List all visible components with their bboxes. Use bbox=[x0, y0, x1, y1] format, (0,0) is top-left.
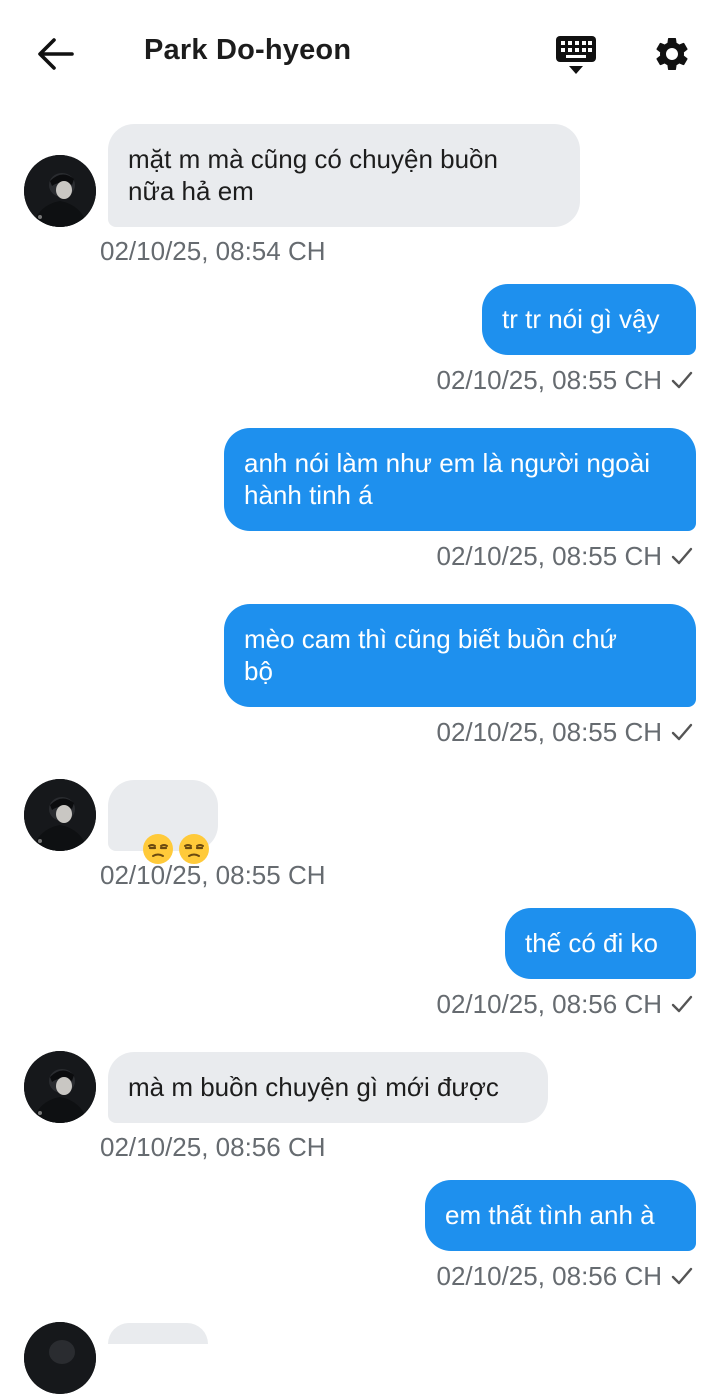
message-timestamp: 02/10/25, 08:55 CH bbox=[436, 541, 663, 571]
message-timestamp: 02/10/25, 08:54 CH bbox=[100, 236, 326, 266]
message-bubble-outgoing[interactable]: thế có đi ko bbox=[505, 908, 696, 979]
message-timestamp: 02/10/25, 08:56 CH bbox=[100, 1132, 326, 1162]
message-bubble-outgoing[interactable]: mèo cam thì cũng biết buồn chứ bộ bbox=[224, 604, 696, 707]
message-bubble-outgoing[interactable]: em thất tình anh à bbox=[425, 1180, 696, 1251]
checkmark-icon bbox=[671, 547, 693, 565]
message-timestamp: 02/10/25, 08:56 CH bbox=[436, 989, 663, 1019]
gear-icon bbox=[656, 37, 688, 70]
message-timestamp: 02/10/25, 08:55 CH bbox=[100, 860, 326, 890]
page-title: Park Do-hyeon bbox=[144, 34, 352, 66]
chat-header: Park Do-hyeon bbox=[0, 0, 720, 108]
message-timestamp: 02/10/25, 08:55 CH bbox=[436, 365, 663, 395]
checkmark-icon bbox=[671, 1267, 693, 1285]
contact-avatar[interactable] bbox=[24, 1051, 96, 1123]
checkmark-icon bbox=[671, 371, 693, 389]
contact-avatar[interactable] bbox=[24, 155, 96, 227]
message-bubble-incoming[interactable]: mặt m mà cũng có chuyện buồn nữa hả em bbox=[108, 124, 580, 227]
message-bubble-outgoing[interactable]: tr tr nói gì vậy bbox=[482, 284, 696, 355]
arrow-left-icon bbox=[38, 38, 74, 70]
settings-button[interactable] bbox=[644, 26, 700, 82]
message-bubble-incoming[interactable] bbox=[108, 780, 218, 865]
contact-avatar[interactable] bbox=[24, 779, 96, 851]
checkmark-icon bbox=[671, 723, 693, 741]
keyboard-icon bbox=[556, 36, 596, 74]
message-bubble-incoming[interactable] bbox=[108, 1323, 208, 1344]
keyboard-button[interactable] bbox=[548, 26, 604, 82]
message-bubble-incoming[interactable]: mà m buồn chuyện gì mới được bbox=[108, 1052, 548, 1123]
back-button[interactable] bbox=[28, 28, 84, 80]
contact-avatar[interactable] bbox=[24, 1322, 96, 1394]
message-timestamp: 02/10/25, 08:55 CH bbox=[436, 717, 663, 747]
message-timestamp: 02/10/25, 08:56 CH bbox=[436, 1261, 663, 1291]
message-bubble-outgoing[interactable]: anh nói làm như em là người ngoài hành t… bbox=[224, 428, 696, 531]
checkmark-icon bbox=[671, 995, 693, 1013]
